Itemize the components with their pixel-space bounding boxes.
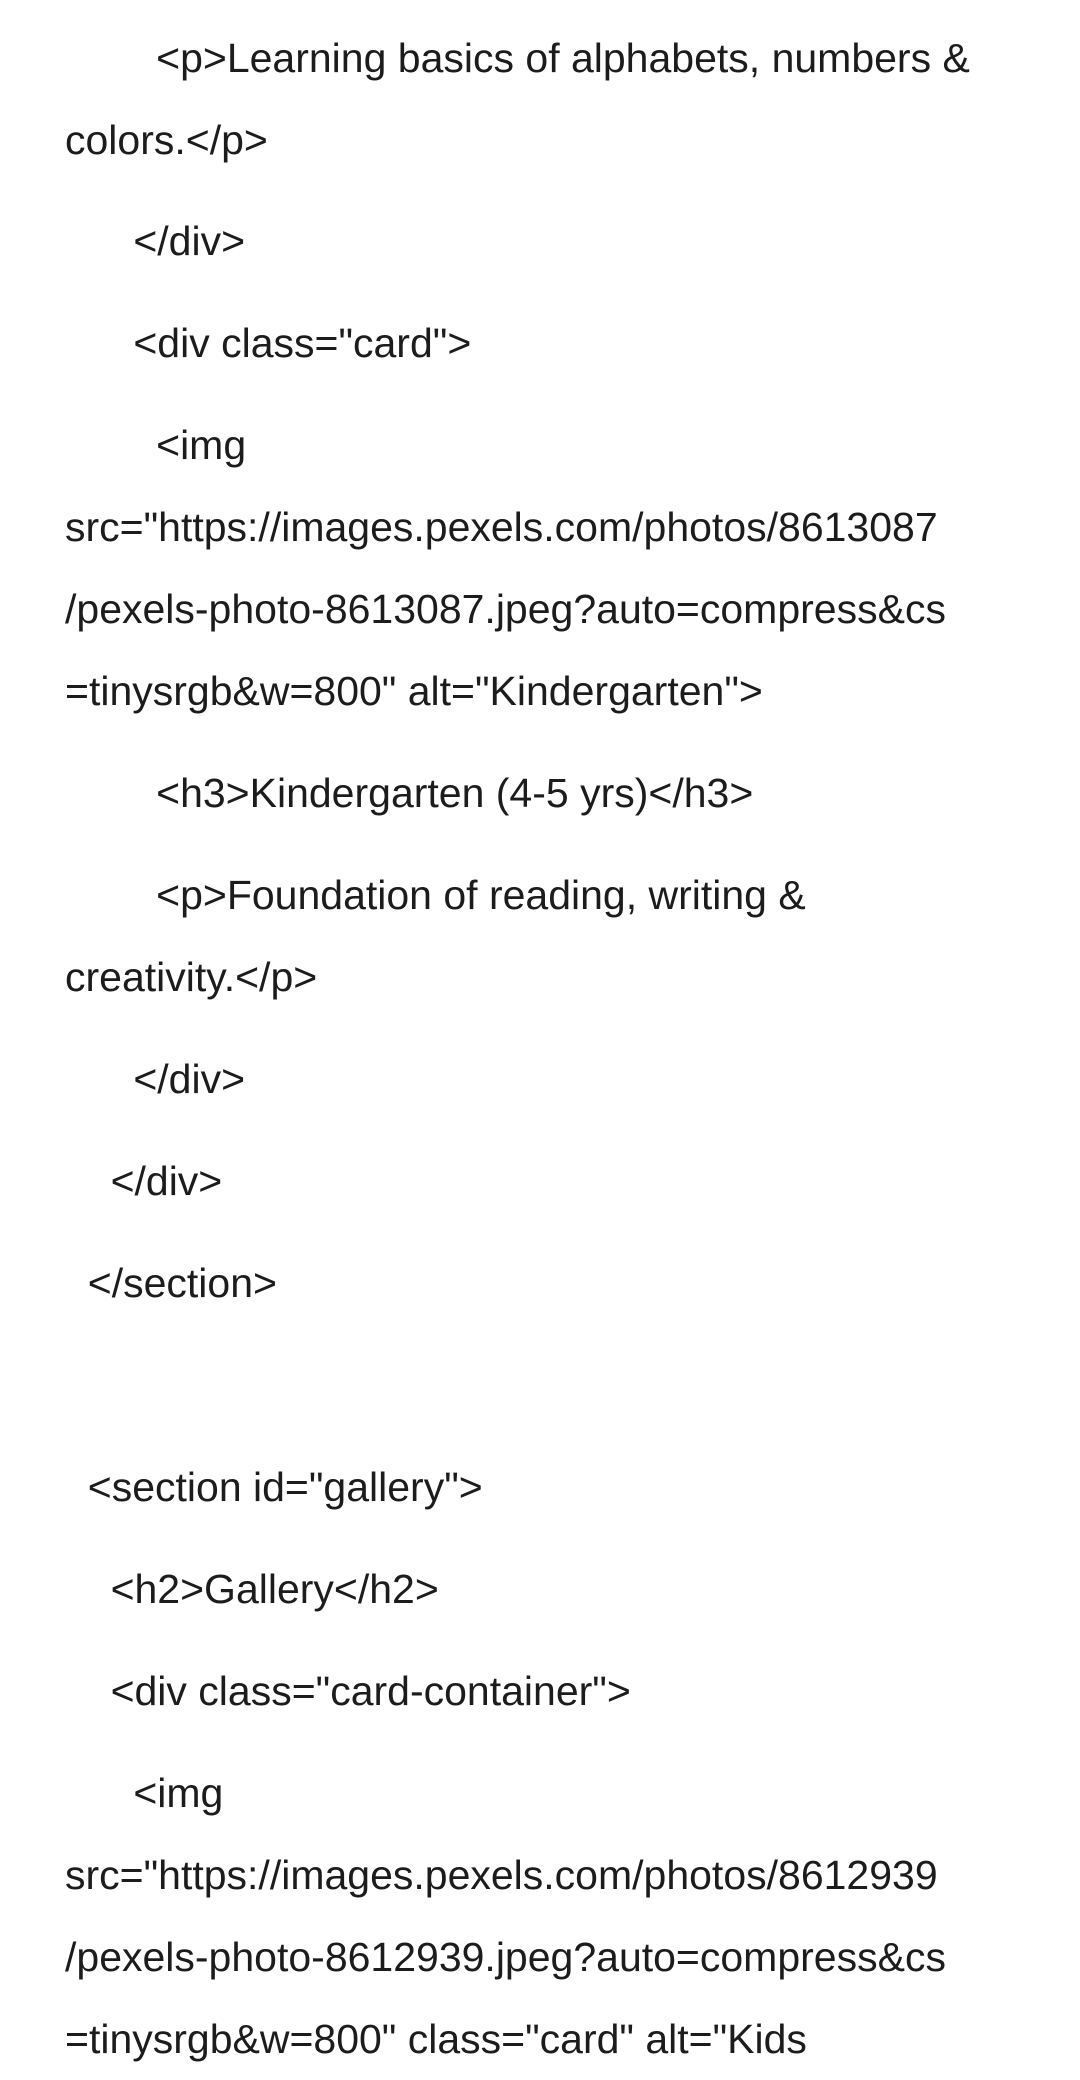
code-line: <section id="gallery"> <box>65 1464 483 1510</box>
code-line: </section> <box>65 1260 277 1306</box>
code-line: =tinysrgb&w=800" class="card" alt="Kids <box>65 2016 807 2062</box>
code-line: <h3>Kindergarten (4-5 yrs)</h3> <box>65 770 754 816</box>
code-line: <p>Learning basics of alphabets, numbers… <box>65 35 970 81</box>
code-line: <h2>Gallery</h2> <box>65 1566 439 1612</box>
code-line: <div class="card-container"> <box>65 1668 631 1714</box>
code-line: /pexels-photo-8613087.jpeg?auto=compress… <box>65 586 946 632</box>
code-line: </div> <box>65 1056 246 1102</box>
code-line: src="https://images.pexels.com/photos/86… <box>65 504 938 550</box>
code-line: /pexels-photo-8612939.jpeg?auto=compress… <box>65 1934 946 1980</box>
code-line: <p>Foundation of reading, writing & <box>65 872 806 918</box>
code-line: colors.</p> <box>65 117 268 163</box>
code-line: =tinysrgb&w=800" alt="Kindergarten"> <box>65 668 763 714</box>
code-line: <img <box>65 422 247 468</box>
code-line: </div> <box>65 1158 223 1204</box>
code-line: creativity.</p> <box>65 954 318 1000</box>
code-line: <div class="card"> <box>65 320 472 366</box>
code-line: </div> <box>65 218 246 264</box>
code-line: <img <box>65 1770 224 1816</box>
code-viewer[interactable]: <p>Learning basics of alphabets, numbers… <box>0 0 1080 2075</box>
code-line: src="https://images.pexels.com/photos/86… <box>65 1852 938 1898</box>
